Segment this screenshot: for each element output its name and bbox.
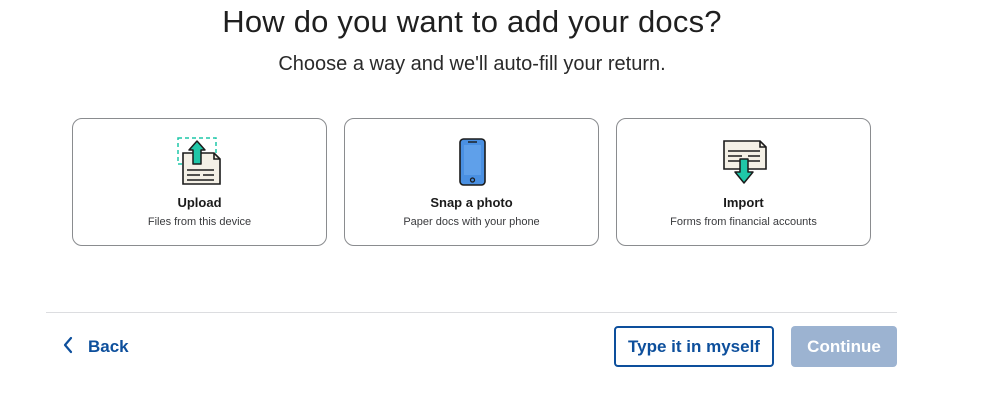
footer-divider [46, 312, 897, 313]
upload-option-card[interactable]: Upload Files from this device [72, 118, 327, 246]
page-subtitle: Choose a way and we'll auto-fill your re… [278, 53, 666, 75]
import-option-description: Forms from financial accounts [670, 216, 817, 228]
page-title: How do you want to add your docs? [222, 4, 722, 39]
import-option-title: Import [723, 195, 764, 210]
import-option-card[interactable]: Import Forms from financial accounts [616, 118, 871, 246]
upload-option-title: Upload [177, 195, 222, 210]
back-button-label: Back [88, 337, 129, 356]
import-document-icon [714, 137, 774, 187]
option-cards: Upload Files from this device Snap a pho… [72, 118, 871, 246]
chevron-left-icon [62, 336, 74, 359]
smartphone-icon [442, 137, 502, 187]
upload-option-description: Files from this device [147, 216, 252, 228]
back-button[interactable]: Back [62, 333, 129, 361]
type-it-in-myself-button[interactable]: Type it in myself [614, 326, 774, 367]
snap-photo-option-title: Snap a photo [430, 195, 513, 210]
snap-photo-option-card[interactable]: Snap a photo Paper docs with your phone [344, 118, 599, 246]
snap-photo-option-description: Paper docs with your phone [403, 216, 540, 228]
continue-button[interactable]: Continue [791, 326, 897, 367]
upload-document-icon [170, 137, 230, 187]
